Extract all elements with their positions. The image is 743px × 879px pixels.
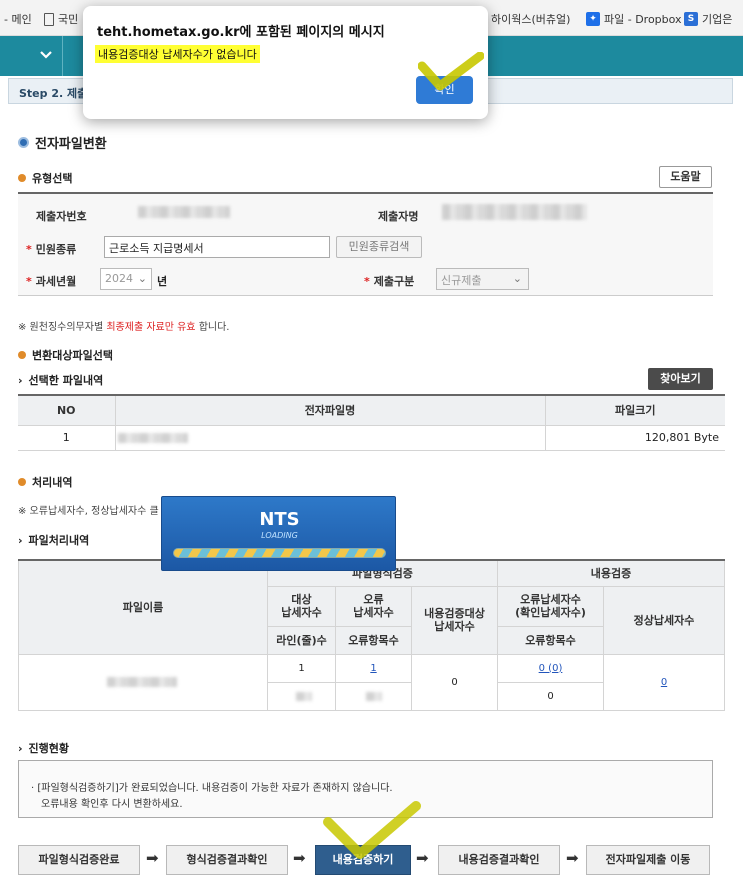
file-select-title: 변환대상파일선택 — [18, 347, 113, 363]
col-content-target: 내용검증대상 납세자수 — [411, 585, 498, 655]
bullet-icon — [18, 351, 26, 359]
progress-line-2: 오류내용 확인후 다시 변환하세요. — [41, 799, 183, 810]
bookmark-dropbox[interactable]: ✦ 파일 - Dropbox — [586, 11, 682, 27]
arrow-right-icon: ➡ — [146, 849, 159, 867]
row-filename — [115, 425, 546, 451]
loading-brand: NTS — [259, 509, 300, 530]
chevron-right-icon: › — [18, 533, 23, 547]
civil-type-search-button[interactable]: 민원종류검색 — [336, 236, 422, 258]
chevron-down-icon: ⌄ — [512, 272, 522, 285]
check-mark-icon — [418, 52, 484, 91]
row-target-payers: 1 — [267, 653, 336, 683]
bookmark-bank[interactable]: S 기업은 — [684, 11, 732, 27]
type-select-title: 유형선택 — [18, 170, 72, 186]
row-normal-payers[interactable]: 0 — [603, 653, 725, 711]
row-line-count — [267, 681, 336, 711]
selected-files-table: NO 전자파일명 파일크기 1 120,801 Byte — [18, 394, 725, 451]
row-error-items — [335, 681, 412, 711]
nav-separator — [62, 36, 63, 76]
file-process-table: 파일이름 파일형식검증 내용검증 대상 납세자수 오류 납세자수 내용검증대상 … — [18, 559, 725, 711]
table-row[interactable]: 1 120,801 Byte — [18, 425, 725, 451]
step-label: Step 2. 제출 — [19, 87, 88, 100]
submit-type-select[interactable]: 신규제출 ⌄ — [436, 268, 529, 290]
row-no: 1 — [18, 425, 116, 451]
row-file-name — [18, 653, 268, 711]
chevron-right-icon: › — [18, 741, 23, 755]
flow-content-result[interactable]: 내용검증결과확인 — [438, 845, 560, 875]
col-error-payer-count: 오류납세자수 (확인납세자수) — [497, 585, 604, 627]
submitter-name-label: 제출자명 — [378, 210, 419, 223]
bullet-icon — [18, 174, 26, 182]
bullet-icon — [18, 478, 26, 486]
chevron-right-icon: › — [18, 373, 23, 387]
flow-submit-move[interactable]: 전자파일제출 이동 — [586, 845, 710, 875]
process-note: ※ 오류납세자수, 정상납세자수 클 — [18, 506, 159, 517]
col-no: NO — [18, 394, 116, 426]
bookmark-hiworks[interactable]: 하이웍스(버츄얼) — [491, 11, 570, 27]
dialog-message: 내용검증대상 납세자수가 없습니다 — [95, 45, 260, 63]
year-unit: 년 — [157, 275, 168, 288]
col-file-name: 파일이름 — [18, 559, 268, 655]
civil-type-label: * 민원종류 — [26, 243, 77, 256]
final-submission-notice: ※ 원천징수의무자별 최종제출 자료만 유효 합니다. — [18, 322, 230, 333]
civil-type-field[interactable]: 근로소득 지급명세서 — [104, 236, 330, 258]
row-error-payers[interactable]: 1 — [335, 653, 412, 683]
dropbox-icon: ✦ — [586, 12, 600, 26]
process-title: 처리내역 — [18, 474, 72, 490]
tax-year-select[interactable]: 2024 ⌄ — [100, 268, 152, 290]
col-normal-payers: 정상납세자수 — [603, 585, 725, 655]
loading-overlay: NTS LOADING — [161, 496, 396, 571]
arrow-right-icon: ➡ — [566, 849, 579, 867]
chevron-down-icon[interactable] — [34, 44, 58, 68]
progress-subtitle: › 진행현황 — [18, 741, 70, 756]
submitter-name-value — [442, 204, 587, 220]
selected-files-subtitle: › 선택한 파일내역 — [18, 373, 104, 388]
col-error-payers: 오류 납세자수 — [335, 585, 412, 627]
col-filename: 전자파일명 — [115, 394, 546, 426]
col-line-count: 라인(줄)수 — [267, 625, 336, 655]
loading-text: LOADING — [261, 531, 298, 540]
row-error-payer-count[interactable]: 0 (0) — [497, 653, 604, 683]
col-error-items-2: 오류항목수 — [497, 625, 604, 655]
col-error-items: 오류항목수 — [335, 625, 412, 655]
row-filesize: 120,801 Byte — [545, 425, 725, 451]
tax-year-label: * 과세년월 — [26, 275, 77, 288]
page-title: 전자파일변환 — [18, 133, 107, 152]
help-button[interactable]: 도움말 — [659, 166, 712, 188]
col-target-payers: 대상 납세자수 — [267, 585, 336, 627]
col-filesize: 파일크기 — [545, 394, 725, 426]
check-mark-icon — [323, 801, 421, 859]
flow-format-result[interactable]: 형식검증결과확인 — [166, 845, 288, 875]
row-content-target: 0 — [411, 653, 498, 711]
flow-format-complete[interactable]: 파일형식검증완료 — [18, 845, 140, 875]
type-select-form: 제출자번호 제출자명 * 민원종류 근로소득 지급명세서 민원종류검색 * 과세년월… — [18, 192, 713, 296]
submitter-no-label: 제출자번호 — [36, 210, 87, 223]
bullet-icon — [18, 137, 29, 148]
table-row: 1 1 0 0 (0) 0 — [18, 653, 725, 711]
arrow-right-icon: ➡ — [293, 849, 306, 867]
loading-progress-bar — [173, 548, 386, 558]
file-process-subtitle: › 파일처리내역 — [18, 533, 90, 548]
submitter-no-value — [138, 206, 230, 218]
browse-button[interactable]: 찾아보기 — [648, 368, 713, 390]
submit-type-label: * 제출구분 — [364, 275, 415, 288]
s-icon: S — [684, 12, 698, 26]
bookmark-main[interactable]: - 메인 — [4, 11, 32, 27]
table-header-row: NO 전자파일명 파일크기 — [18, 394, 725, 426]
progress-line-1: · [파일형식검증하기]가 완료되었습니다. 내용검증이 가능한 자료가 존재하… — [31, 783, 393, 794]
chevron-down-icon: ⌄ — [137, 272, 147, 285]
row-error-items-2: 0 — [497, 681, 604, 711]
page-icon — [44, 12, 54, 26]
bookmark-kukmin[interactable]: 국민 — [44, 11, 78, 27]
dialog-title: teht.hometax.go.kr에 포함된 페이지의 메시지 — [97, 25, 385, 40]
group-content-check: 내용검증 — [497, 559, 725, 587]
